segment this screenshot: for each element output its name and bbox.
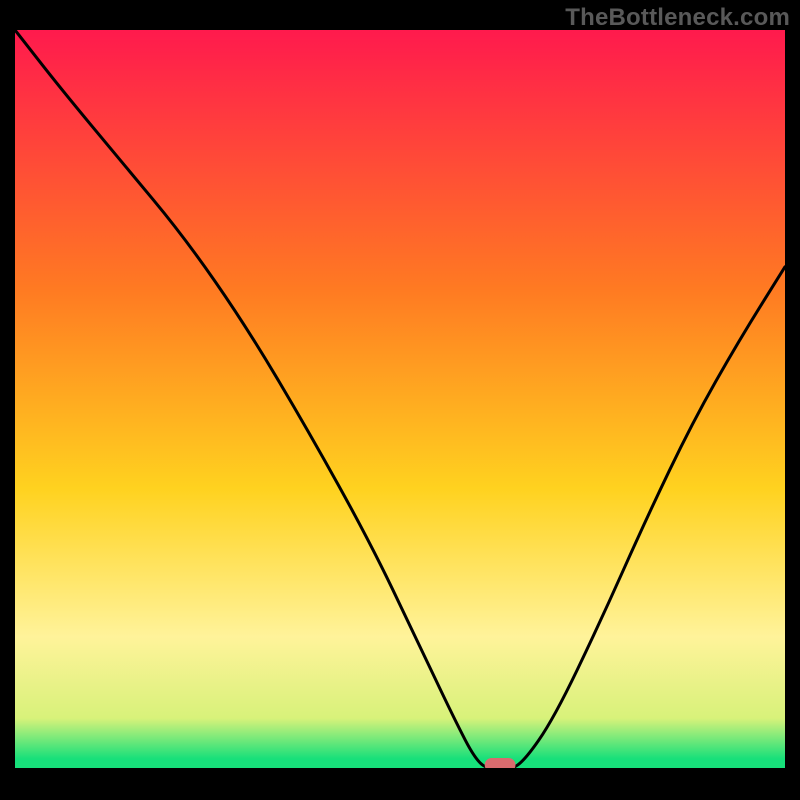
gradient-background (15, 30, 785, 770)
chart-container: TheBottleneck.com (0, 0, 800, 800)
watermark-text: TheBottleneck.com (565, 4, 790, 32)
plot-area (15, 30, 785, 770)
bottleneck-chart (15, 30, 785, 770)
